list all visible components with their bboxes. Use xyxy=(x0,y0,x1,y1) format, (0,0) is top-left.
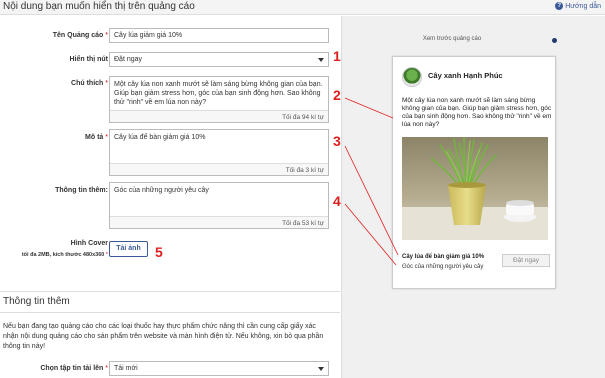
more-info-label: Thông tin thêm: xyxy=(55,187,108,194)
show-button-label: Hiển thị nút xyxy=(69,56,109,63)
description-text: Cây lúa để bàn giảm giá 10% xyxy=(114,134,206,141)
marker-4: 4 xyxy=(333,193,341,209)
top-bar: Nội dung bạn muốn hiển thị trên quảng cá… xyxy=(0,0,605,15)
marker-5: 5 xyxy=(155,244,163,260)
upload-image-button[interactable]: Tải ảnh xyxy=(109,241,148,257)
marker-2: 2 xyxy=(333,87,341,103)
show-button-select[interactable]: Đặt ngay xyxy=(109,52,329,67)
more-info-text: Góc của những người yêu cây xyxy=(114,187,209,194)
description-counter: Tối đa 3 kí tự xyxy=(110,163,328,175)
caption-text: Một cây lúa non xanh mướt sẽ làm sáng bừ… xyxy=(114,81,323,106)
description-textarea[interactable]: Cây lúa để bàn giảm giá 10% Tối đa 3 kí … xyxy=(109,129,329,176)
ad-content-form: Tên Quảng cáo * Cây lúa giảm giá 10% Hiể… xyxy=(0,16,340,378)
ad-preview-pane: Xem trước quảng cáo Cây xanh Hạnh Phúc M… xyxy=(341,16,605,378)
ad-name-label: Tên Quảng cáo * xyxy=(52,32,108,39)
cover-label: Hình Cover xyxy=(70,240,108,247)
preview-label: Xem trước quảng cáo xyxy=(422,36,482,42)
ad-name-input[interactable]: Cây lúa giảm giá 10% xyxy=(109,28,329,43)
caption-counter: Tối đa 94 kí tự xyxy=(110,110,328,122)
file-select[interactable]: Tải mới xyxy=(109,361,329,376)
more-info-textarea[interactable]: Góc của những người yêu cây Tối đa 53 kí… xyxy=(109,182,329,229)
file-select-value: Tải mới xyxy=(114,365,138,372)
show-button-value: Đặt ngay xyxy=(114,56,143,63)
marker-3: 3 xyxy=(333,133,341,149)
caption-textarea[interactable]: Một cây lúa non xanh mướt sẽ làm sáng bừ… xyxy=(109,76,329,123)
section-header: Thông tin thêm xyxy=(0,291,340,313)
page-title: Nội dung bạn muốn hiển thị trên quảng cá… xyxy=(3,1,195,12)
section-text: Nếu bạn đang tạo quảng cáo cho các loại … xyxy=(3,323,324,350)
more-info-counter: Tối đa 53 kí tự xyxy=(110,216,328,228)
help-link[interactable]: ? Hướng dẫn xyxy=(555,2,601,10)
ad-body-text: Một cây lúa non xanh mướt sẽ làm sáng bừ… xyxy=(402,97,552,128)
chevron-down-icon xyxy=(318,58,324,62)
potted-grass-image xyxy=(402,137,548,240)
help-icon: ? xyxy=(555,2,564,10)
cover-note: tối đa 2MB, kích thước 480x360 * xyxy=(21,252,108,258)
preview-dot[interactable] xyxy=(552,38,557,43)
file-label: Chọn tập tin tải lên * xyxy=(40,365,108,372)
chevron-down-icon xyxy=(318,367,324,371)
help-label: Hướng dẫn xyxy=(565,2,601,10)
description-label: Mô tả * xyxy=(85,134,108,141)
page-avatar xyxy=(402,67,422,87)
page-name: Cây xanh Hạnh Phúc xyxy=(428,71,503,80)
marker-1: 1 xyxy=(333,48,341,64)
ad-image xyxy=(402,137,548,240)
ad-cta-button[interactable]: Đặt ngay xyxy=(502,254,550,267)
ad-preview-card: Cây xanh Hạnh Phúc Một cây lúa non xanh … xyxy=(392,56,556,289)
ad-headline: Cây lúa để bàn giảm giá 10% xyxy=(402,254,485,260)
caption-label: Chú thích * xyxy=(71,80,108,87)
ad-description: Góc của những người yêu cây xyxy=(402,264,484,270)
